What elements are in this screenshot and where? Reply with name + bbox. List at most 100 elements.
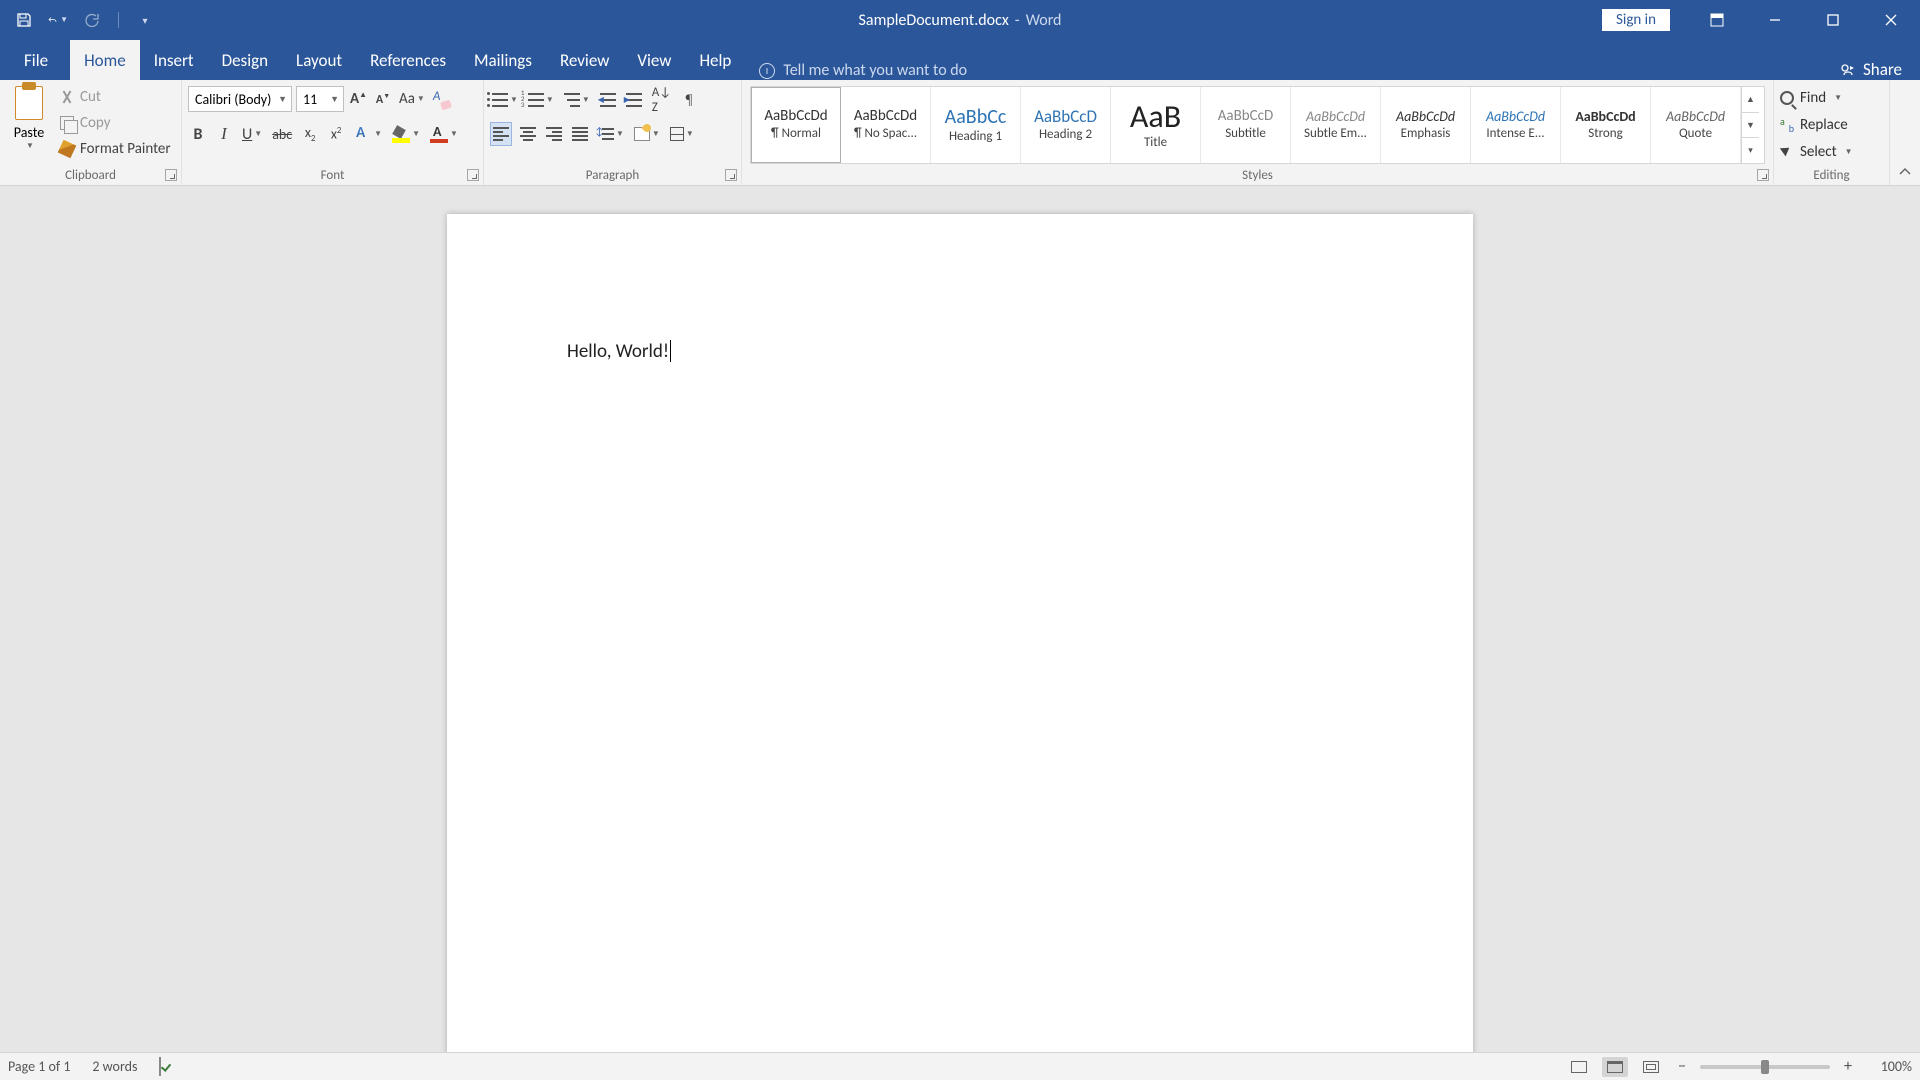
gallery-scroll-down[interactable]: ▼ xyxy=(1742,112,1759,138)
ribbon-display-options-button[interactable] xyxy=(1688,0,1746,40)
maximize-button[interactable] xyxy=(1804,0,1862,40)
underline-button[interactable]: U▼ xyxy=(240,122,264,146)
style-no-spacing[interactable]: AaBbCcDd ¶ No Spac... xyxy=(841,87,931,163)
gallery-expand[interactable]: ▾ xyxy=(1742,137,1759,163)
save-icon[interactable] xyxy=(14,10,34,30)
window-controls: Sign in xyxy=(1602,0,1920,40)
style-strong[interactable]: AaBbCcDd Strong xyxy=(1561,87,1651,163)
sign-in-button[interactable]: Sign in xyxy=(1602,9,1670,31)
strikethrough-button[interactable]: abc xyxy=(270,122,294,146)
style-normal[interactable]: AaBbCcDd ¶ Normal xyxy=(751,87,841,163)
tab-home[interactable]: Home xyxy=(70,40,140,80)
status-bar: Page 1 of 1 2 words − + 100% xyxy=(0,1052,1920,1080)
tab-layout[interactable]: Layout xyxy=(282,40,356,80)
page-indicator[interactable]: Page 1 of 1 xyxy=(8,1058,70,1075)
document-area[interactable]: Hello, World! xyxy=(0,186,1920,1052)
brush-icon xyxy=(58,140,77,159)
minimize-button[interactable] xyxy=(1746,0,1804,40)
superscript-button[interactable]: x2 xyxy=(326,122,346,146)
borders-button[interactable]: ▼ xyxy=(668,122,696,146)
tab-view[interactable]: View xyxy=(623,40,685,80)
align-right-button[interactable] xyxy=(544,122,564,146)
spell-check-status[interactable] xyxy=(159,1058,161,1075)
zoom-slider[interactable] xyxy=(1700,1065,1830,1069)
select-label: Select xyxy=(1800,143,1837,161)
document-page[interactable]: Hello, World! xyxy=(447,214,1473,1052)
tab-references[interactable]: References xyxy=(356,40,460,80)
redo-button[interactable] xyxy=(82,10,102,30)
decrease-indent-button[interactable] xyxy=(598,88,618,112)
word-count[interactable]: 2 words xyxy=(92,1058,137,1075)
style-subtitle[interactable]: AaBbCcD Subtitle xyxy=(1201,87,1291,163)
style-quote[interactable]: AaBbCcDd Quote xyxy=(1651,87,1741,163)
cut-button[interactable]: Cut xyxy=(60,86,171,108)
subscript-button[interactable]: x2 xyxy=(300,122,320,146)
tab-review[interactable]: Review xyxy=(546,40,623,80)
select-button[interactable]: Select▼ xyxy=(1780,140,1883,164)
font-dialog-launcher[interactable] xyxy=(467,169,479,181)
clipboard-dialog-launcher[interactable] xyxy=(165,169,177,181)
italic-button[interactable]: I xyxy=(214,122,234,146)
group-clipboard: Paste ▼ Cut Copy Format Painter Clipboar… xyxy=(0,80,182,185)
gallery-scroll-up[interactable]: ▲ xyxy=(1742,87,1759,112)
undo-button[interactable]: ▼ xyxy=(48,10,68,30)
web-layout-view[interactable] xyxy=(1638,1057,1664,1077)
font-size-combo[interactable]: 11▼ xyxy=(296,86,344,112)
align-center-button[interactable] xyxy=(518,122,538,146)
share-button[interactable]: Share xyxy=(1821,59,1920,80)
paste-button[interactable]: Paste ▼ xyxy=(6,84,52,162)
styles-dialog-launcher[interactable] xyxy=(1757,169,1769,181)
style-title[interactable]: AaB Title xyxy=(1111,87,1201,163)
select-icon xyxy=(1780,145,1794,159)
increase-indent-button[interactable] xyxy=(624,88,644,112)
zoom-level[interactable]: 100% xyxy=(1866,1058,1912,1075)
style-heading-2[interactable]: AaBbCcD Heading 2 xyxy=(1021,87,1111,163)
line-spacing-button[interactable]: ▼ xyxy=(596,122,626,146)
tab-mailings[interactable]: Mailings xyxy=(460,40,546,80)
justify-button[interactable] xyxy=(570,122,590,146)
bullets-button[interactable]: ▼ xyxy=(490,88,520,112)
multilevel-list-button[interactable]: ▼ xyxy=(562,88,592,112)
style-intense-emphasis[interactable]: AaBbCcDd Intense E... xyxy=(1471,87,1561,163)
replace-button[interactable]: Replace xyxy=(1780,113,1883,137)
print-layout-view[interactable] xyxy=(1602,1057,1628,1077)
copy-button[interactable]: Copy xyxy=(60,112,171,134)
change-case-button[interactable]: Aa▼ xyxy=(397,87,427,111)
style-heading-1[interactable]: AaBbCc Heading 1 xyxy=(931,87,1021,163)
format-painter-button[interactable]: Format Painter xyxy=(60,138,171,160)
line-spacing-icon xyxy=(598,126,614,142)
bold-button[interactable]: B xyxy=(188,122,208,146)
find-button[interactable]: Find▼ xyxy=(1780,86,1883,110)
show-hide-marks-button[interactable]: ¶ xyxy=(679,88,699,112)
align-left-button[interactable] xyxy=(490,122,512,146)
tab-file[interactable]: File xyxy=(0,40,70,80)
text-effects-button[interactable]: ▼ xyxy=(352,122,384,146)
find-label: Find xyxy=(1800,89,1826,107)
tell-me-search[interactable]: Tell me what you want to do xyxy=(759,61,967,80)
paragraph-dialog-launcher[interactable] xyxy=(725,169,737,181)
font-color-button[interactable]: ▼ xyxy=(428,122,460,146)
collapse-ribbon-button[interactable] xyxy=(1890,80,1920,185)
close-button[interactable] xyxy=(1862,0,1920,40)
document-name: SampleDocument.docx xyxy=(859,11,1009,30)
highlight-button[interactable]: ▼ xyxy=(390,122,422,146)
zoom-in-button[interactable]: + xyxy=(1840,1059,1856,1075)
style-emphasis[interactable]: AaBbCcDd Emphasis xyxy=(1381,87,1471,163)
scissors-icon xyxy=(60,90,74,104)
shrink-font-button[interactable]: A▼ xyxy=(373,87,393,111)
share-label: Share xyxy=(1863,59,1902,80)
read-mode-view[interactable] xyxy=(1566,1057,1592,1077)
grow-font-button[interactable]: A▲ xyxy=(348,87,369,111)
numbering-button[interactable]: ▼ xyxy=(526,88,556,112)
clear-formatting-button[interactable] xyxy=(431,87,451,111)
tab-help[interactable]: Help xyxy=(685,40,745,80)
font-name-combo[interactable]: Calibri (Body)▼ xyxy=(188,86,292,112)
tab-insert[interactable]: Insert xyxy=(140,40,208,80)
shading-button[interactable]: ▼ xyxy=(632,122,662,146)
customize-qat-button[interactable]: ▾ xyxy=(135,10,155,30)
zoom-out-button[interactable]: − xyxy=(1674,1059,1690,1075)
sort-button[interactable]: A↓Z xyxy=(650,88,673,112)
style-subtle-emphasis[interactable]: AaBbCcDd Subtle Em... xyxy=(1291,87,1381,163)
tab-design[interactable]: Design xyxy=(208,40,282,80)
document-text[interactable]: Hello, World! xyxy=(567,340,669,363)
